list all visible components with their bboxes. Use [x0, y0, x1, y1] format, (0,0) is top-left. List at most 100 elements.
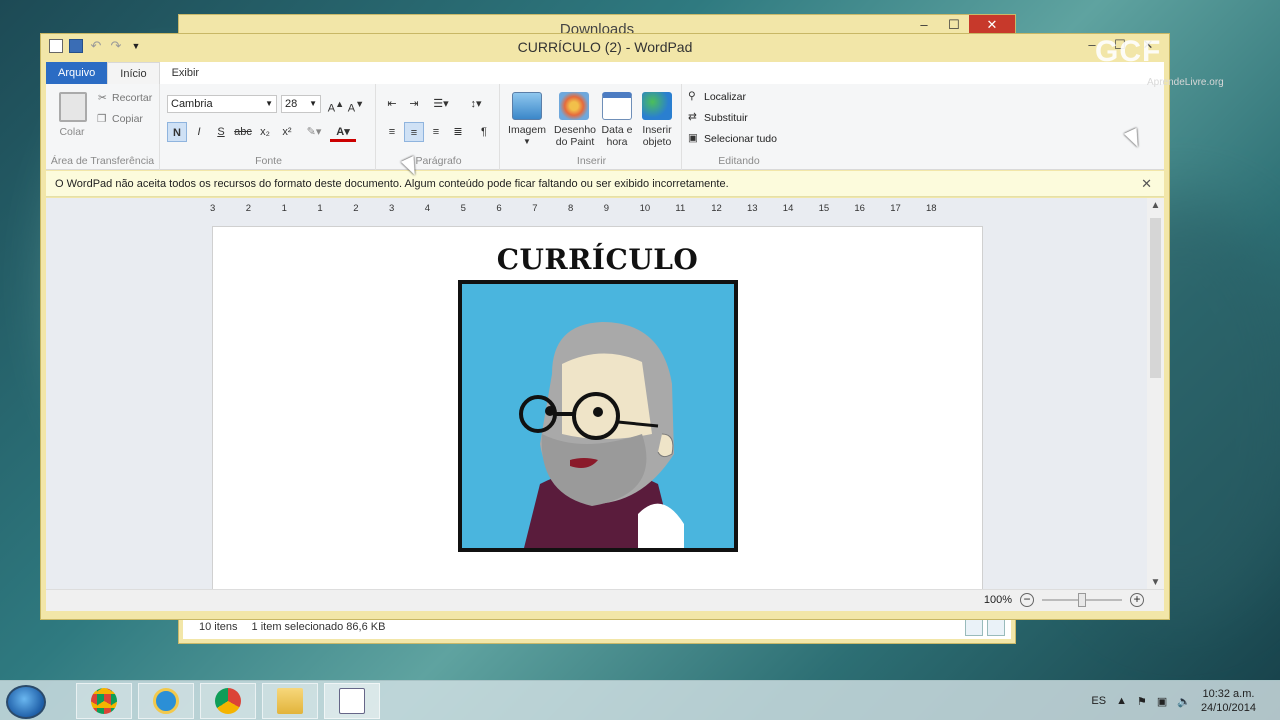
action-center-icon[interactable]: ⚑: [1137, 695, 1147, 708]
title-bar[interactable]: ↶ ↷ ▼ CURRÍCULO (2) - WordPad – ☐ ✕: [41, 34, 1169, 62]
insert-object-button[interactable]: Inserir objeto: [636, 124, 678, 148]
text-color-icon[interactable]: A▾: [330, 122, 356, 142]
language-indicator[interactable]: ES: [1091, 695, 1106, 707]
decrease-indent-icon[interactable]: ⇤: [382, 94, 402, 114]
binoculars-icon: ⚲: [688, 90, 696, 102]
paste-button[interactable]: Colar: [54, 126, 90, 138]
line-spacing-icon[interactable]: ↕▾: [462, 94, 490, 114]
font-size-select[interactable]: 28 ▼: [281, 95, 321, 113]
strikethrough-button[interactable]: abc: [233, 122, 253, 142]
chevron-down-icon: ▼: [523, 137, 531, 146]
bullet-list-icon[interactable]: ☰▾: [428, 94, 454, 114]
copy-button[interactable]: Copiar: [112, 113, 143, 125]
clock-time: 10:32 a.m.: [1202, 688, 1255, 700]
chevron-down-icon: ▼: [265, 99, 273, 108]
tab-arquivo[interactable]: Arquivo: [46, 62, 108, 84]
image-icon[interactable]: [512, 92, 542, 120]
underline-button[interactable]: S: [211, 122, 231, 142]
align-center-icon[interactable]: ≡: [404, 122, 424, 142]
ruler-tick-label: 5: [460, 203, 466, 214]
scrollbar-thumb[interactable]: [1150, 218, 1161, 378]
grow-font-icon[interactable]: A▲: [326, 94, 346, 115]
view-switcher: [965, 618, 1005, 636]
copy-icon: ❐: [97, 113, 107, 125]
paint-drawing-button[interactable]: Desenho do Paint: [550, 124, 600, 148]
shrink-font-icon[interactable]: A▼: [346, 94, 366, 115]
ribbon-tabs: Arquivo Início Exibir: [46, 62, 1164, 84]
tab-inicio[interactable]: Início: [107, 62, 160, 84]
wordpad-taskbar-button[interactable]: [324, 683, 380, 719]
start-button[interactable]: [6, 685, 46, 719]
paragraph-group: ⇤ ⇥ ☰▾ ↕▾ ≡ ≡ ≡ ≣ ¶ Parágrafo: [378, 84, 500, 170]
show-hidden-icons-icon[interactable]: ▲: [1116, 695, 1127, 707]
find-button[interactable]: Localizar: [704, 91, 746, 103]
ruler-tick-label: 8: [568, 203, 574, 214]
ruler-tick-label: 11: [675, 203, 686, 214]
paste-icon[interactable]: [59, 92, 87, 122]
superscript-button[interactable]: x²: [277, 122, 297, 142]
wordpad-window: ↶ ↷ ▼ CURRÍCULO (2) - WordPad – ☐ ✕ Arqu…: [40, 33, 1170, 620]
select-all-button[interactable]: Selecionar tudo: [704, 133, 777, 145]
italic-button[interactable]: I: [189, 122, 209, 142]
ruler[interactable]: 3 2 1 1 2 3 4 5 6 7 8 9 10 11 12 13 14 15 16 17 18: [210, 202, 986, 218]
taskbar: ES ▲ ⚑ ▣ 🔈 10:32 a.m. 24/10/2014: [0, 680, 1280, 720]
portrait-image[interactable]: [458, 280, 738, 552]
cut-button[interactable]: Recortar: [112, 92, 152, 104]
insert-object-label-2: objeto: [642, 136, 672, 148]
item-count: 10 itens: [199, 621, 238, 633]
system-tray: ES ▲ ⚑ ▣ 🔈 10:32 a.m. 24/10/2014: [1091, 681, 1280, 720]
font-group-label: Fonte: [255, 155, 282, 167]
calendar-clock-icon[interactable]: [602, 92, 632, 120]
scroll-down-icon[interactable]: ▼: [1147, 577, 1164, 588]
volume-icon[interactable]: 🔈: [1177, 695, 1191, 708]
bold-button[interactable]: N: [167, 122, 187, 142]
vertical-scrollbar[interactable]: ▲ ▼: [1147, 198, 1164, 590]
paint-palette-icon[interactable]: [559, 92, 589, 120]
document-page[interactable]: CURRÍCULO: [212, 226, 983, 590]
zoom-slider[interactable]: [1042, 593, 1122, 607]
zoom-level: 100%: [983, 594, 1012, 606]
details-view-icon[interactable]: [965, 618, 983, 636]
font-family-select[interactable]: Cambria ▼: [167, 95, 277, 113]
align-left-icon[interactable]: ≡: [382, 122, 402, 142]
chrome-icon: [215, 688, 241, 714]
internet-explorer-taskbar-button[interactable]: [138, 683, 194, 719]
chrome-taskbar-button[interactable]: [76, 683, 132, 719]
clipboard-group: Colar ✂ Recortar ❐ Copiar Área de Transf…: [46, 84, 160, 170]
justify-icon[interactable]: ≣: [448, 122, 468, 142]
subscript-button[interactable]: x₂: [255, 122, 275, 142]
infobar-message: O WordPad não aceita todos os recursos d…: [55, 178, 729, 190]
chrome-taskbar-button[interactable]: [200, 683, 256, 719]
highlight-color-icon[interactable]: ✎▾: [301, 122, 327, 142]
scroll-up-icon[interactable]: ▲: [1147, 200, 1164, 211]
paragraph-settings-icon[interactable]: ¶: [474, 122, 494, 142]
wordpad-icon: [339, 688, 365, 714]
insert-object-label-1: Inserir: [642, 124, 672, 136]
ribbon: Colar ✂ Recortar ❐ Copiar Área de Transf…: [46, 84, 1164, 170]
font-group: Cambria ▼ 28 ▼ A▲ A▼ N I S abc x₂ x² ✎▾ A▾…: [162, 84, 376, 170]
ruler-tick-label: 16: [854, 203, 865, 214]
close-icon[interactable]: ✕: [1141, 171, 1152, 197]
bearded-man-illustration: [519, 322, 684, 548]
file-explorer-taskbar-button[interactable]: [262, 683, 318, 719]
zoom-slider-thumb[interactable]: [1078, 593, 1086, 607]
insert-image-button[interactable]: Imagem: [504, 124, 550, 136]
document-area: 3 2 1 1 2 3 4 5 6 7 8 9 10 11 12 13 14 15 16 17 18 CURRÍCULO: [46, 198, 1164, 590]
tab-exibir[interactable]: Exibir: [160, 62, 212, 84]
large-icons-view-icon[interactable]: [987, 618, 1005, 636]
editing-group: ⚲ Localizar ⇄ Substituir ▣ Selecionar tu…: [684, 84, 794, 170]
replace-button[interactable]: Substituir: [704, 112, 748, 124]
paint-drawing-label-2: do Paint: [555, 136, 595, 148]
chevron-down-icon: ▼: [309, 99, 317, 108]
increase-indent-icon[interactable]: ⇥: [404, 94, 424, 114]
ruler-tick-label: 2: [245, 203, 252, 214]
align-right-icon[interactable]: ≡: [426, 122, 446, 142]
zoom-out-icon[interactable]: −: [1020, 593, 1034, 607]
insert-object-icon[interactable]: [642, 92, 672, 120]
date-time-label-2: hora: [606, 136, 628, 148]
ruler-tick-label: 9: [603, 203, 610, 214]
network-icon[interactable]: ▣: [1157, 695, 1167, 708]
date-time-button[interactable]: Data e hora: [596, 124, 638, 148]
clock[interactable]: 10:32 a.m. 24/10/2014: [1201, 687, 1256, 715]
zoom-in-icon[interactable]: +: [1130, 593, 1144, 607]
